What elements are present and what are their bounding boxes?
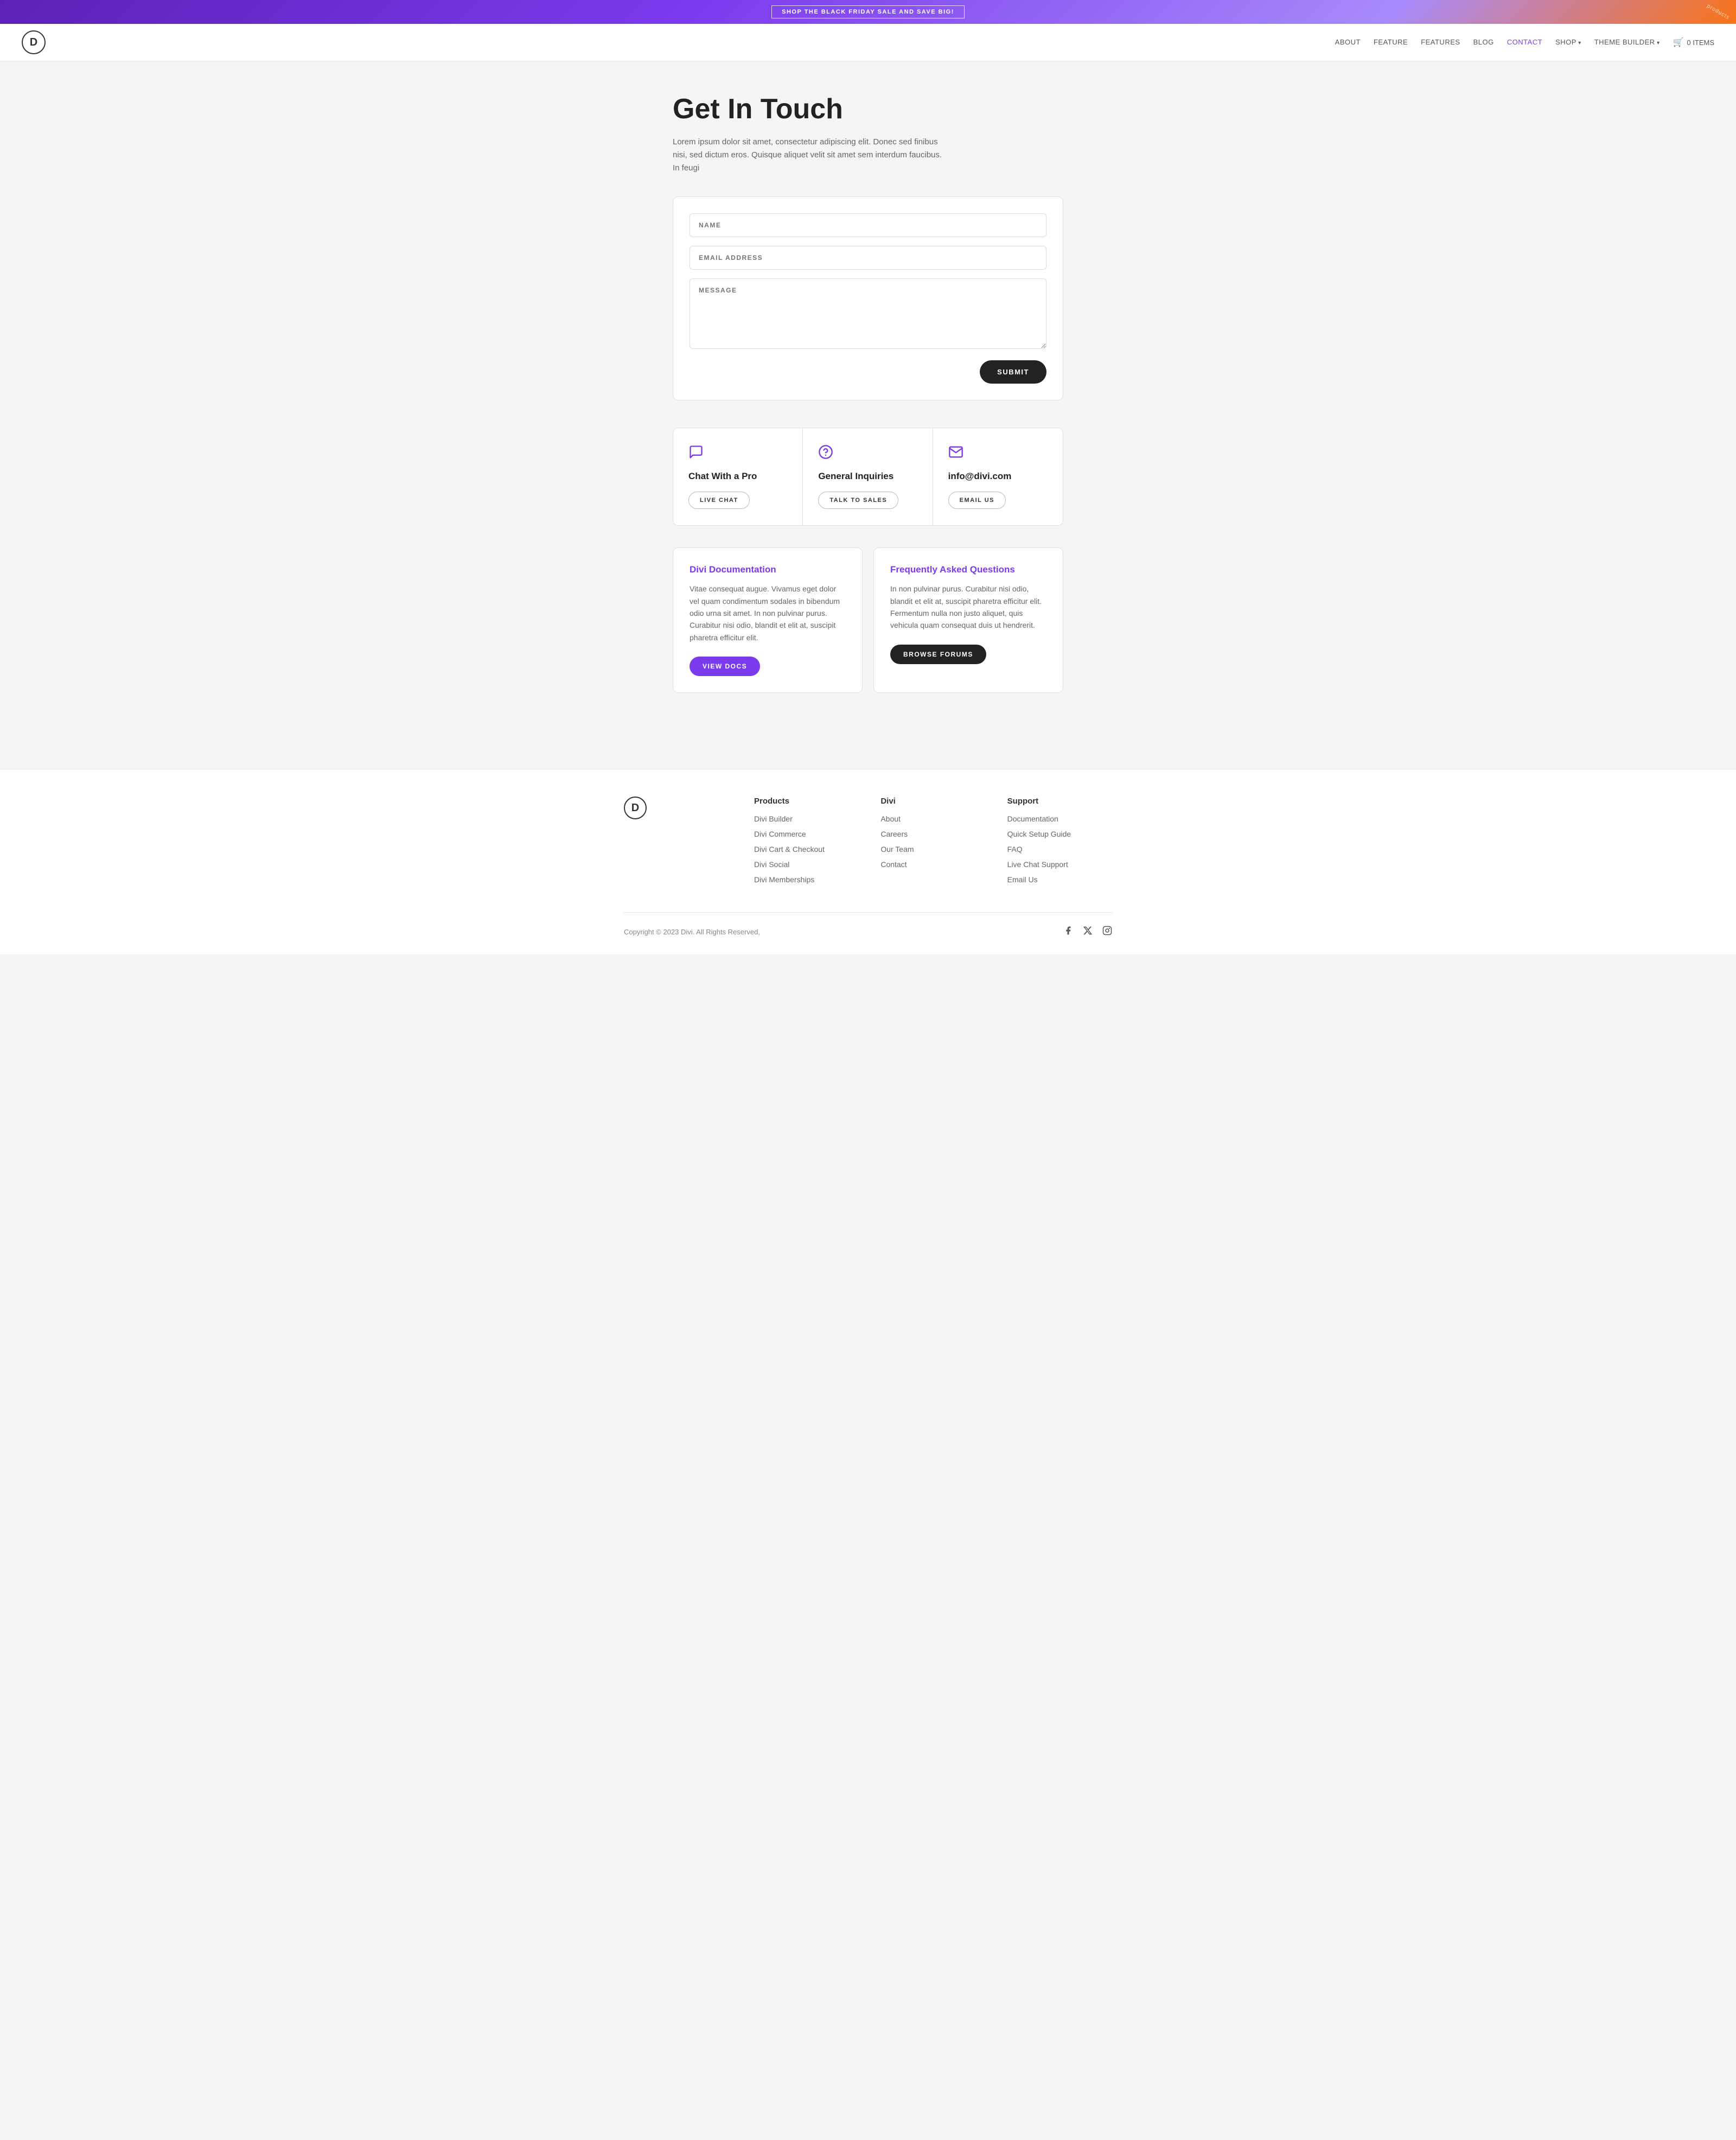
footer-divi-title: Divi — [880, 797, 985, 806]
name-input[interactable] — [690, 213, 1046, 237]
chat-icon — [688, 444, 787, 463]
view-docs-button[interactable]: VIEW DOCS — [690, 657, 760, 676]
footer-link-divi-memberships[interactable]: Divi Memberships — [754, 875, 814, 884]
nav-theme-builder[interactable]: THEME BUILDER — [1594, 38, 1660, 46]
nav-links: ABOUT FEATURE FEATURES BLOG CONTACT SHOP… — [1335, 37, 1714, 48]
info-box-faq: Frequently Asked Questions In non pulvin… — [873, 547, 1063, 693]
footer: D Products Divi Builder Divi Commerce Di… — [0, 769, 1736, 954]
nav-shop[interactable]: SHOP — [1555, 38, 1581, 46]
email-field-wrapper — [690, 246, 1046, 270]
x-twitter-icon[interactable] — [1083, 926, 1093, 938]
submit-row: SUBMIT — [690, 360, 1046, 384]
footer-link-divi-social[interactable]: Divi Social — [754, 860, 789, 869]
footer-bottom: Copyright © 2023 Divi. All Rights Reserv… — [624, 912, 1112, 938]
docs-text: Vitae consequat augue. Vivamus eget dolo… — [690, 583, 846, 644]
footer-products-title: Products — [754, 797, 859, 806]
footer-link-divi-cart[interactable]: Divi Cart & Checkout — [754, 845, 825, 854]
talk-to-sales-button[interactable]: TALK TO SALES — [818, 492, 898, 509]
footer-link-divi-builder[interactable]: Divi Builder — [754, 814, 793, 823]
navbar: D ABOUT FEATURE FEATURES BLOG CONTACT SH… — [0, 24, 1736, 61]
email-input[interactable] — [690, 246, 1046, 270]
footer-link-documentation[interactable]: Documentation — [1007, 814, 1058, 823]
footer-support-title: Support — [1007, 797, 1112, 806]
faq-title: Frequently Asked Questions — [890, 564, 1046, 575]
page-title: Get In Touch — [673, 94, 1063, 125]
footer-link-live-chat-support[interactable]: Live Chat Support — [1007, 860, 1068, 869]
footer-link-our-team[interactable]: Our Team — [880, 845, 914, 854]
instagram-icon[interactable] — [1102, 926, 1112, 938]
footer-col-products: Products Divi Builder Divi Commerce Divi… — [754, 797, 859, 890]
footer-link-email-us[interactable]: Email Us — [1007, 875, 1038, 884]
top-banner: SHOP THE BLACK FRIDAY SALE AND SAVE BIG!… — [0, 0, 1736, 24]
nav-blog[interactable]: BLOG — [1473, 38, 1494, 46]
main-content: Get In Touch Lorem ipsum dolor sit amet,… — [662, 61, 1074, 769]
info-box-docs: Divi Documentation Vitae consequat augue… — [673, 547, 863, 693]
email-us-button[interactable]: EMAIL US — [948, 492, 1006, 509]
contact-card-chat: Chat With a Pro LIVE CHAT — [673, 428, 803, 525]
footer-link-contact[interactable]: Contact — [880, 860, 907, 869]
message-field-wrapper — [690, 278, 1046, 352]
cart-button[interactable]: 🛒 0 ITEMS — [1673, 37, 1715, 48]
social-links — [1063, 926, 1112, 938]
name-field-wrapper — [690, 213, 1046, 237]
footer-link-careers[interactable]: Careers — [880, 830, 908, 838]
cart-icon: 🛒 — [1673, 37, 1684, 48]
email-card-title: info@divi.com — [948, 471, 1048, 482]
footer-link-faq[interactable]: FAQ — [1007, 845, 1023, 854]
contact-card-email: info@divi.com EMAIL US — [933, 428, 1063, 525]
docs-title: Divi Documentation — [690, 564, 846, 575]
site-logo[interactable]: D — [22, 30, 46, 54]
footer-divi-links: About Careers Our Team Contact — [880, 814, 985, 870]
footer-products-links: Divi Builder Divi Commerce Divi Cart & C… — [754, 814, 859, 885]
footer-link-quick-setup[interactable]: Quick Setup Guide — [1007, 830, 1071, 838]
contact-cards: Chat With a Pro LIVE CHAT General Inquir… — [673, 428, 1063, 526]
submit-button[interactable]: SUBMIT — [980, 360, 1046, 384]
inquiries-card-title: General Inquiries — [818, 471, 917, 482]
banner-cta[interactable]: SHOP THE BLACK FRIDAY SALE AND SAVE BIG! — [771, 5, 965, 18]
copyright-text: Copyright © 2023 Divi. All Rights Reserv… — [624, 928, 760, 936]
nav-about[interactable]: ABOUT — [1335, 38, 1361, 46]
question-icon — [818, 444, 917, 463]
facebook-icon[interactable] — [1063, 926, 1073, 938]
footer-top: D Products Divi Builder Divi Commerce Di… — [624, 797, 1112, 890]
nav-feature[interactable]: FEATURE — [1374, 38, 1408, 46]
footer-logo-col: D — [624, 797, 732, 890]
live-chat-button[interactable]: LIVE CHAT — [688, 492, 750, 509]
faq-text: In non pulvinar purus. Curabitur nisi od… — [890, 583, 1046, 632]
contact-card-inquiries: General Inquiries TALK TO SALES — [803, 428, 933, 525]
footer-col-divi: Divi About Careers Our Team Contact — [880, 797, 985, 890]
nav-contact[interactable]: CONTACT — [1507, 38, 1542, 46]
chat-card-title: Chat With a Pro — [688, 471, 787, 482]
footer-link-about[interactable]: About — [880, 814, 901, 823]
contact-form-box: SUBMIT — [673, 196, 1063, 400]
footer-logo[interactable]: D — [624, 797, 647, 819]
browse-forums-button[interactable]: BROWSE FORUMS — [890, 645, 986, 664]
footer-link-divi-commerce[interactable]: Divi Commerce — [754, 830, 806, 838]
cart-items-label: 0 ITEMS — [1687, 39, 1714, 47]
message-input[interactable] — [690, 278, 1046, 349]
banner-products-label: products — [1706, 3, 1731, 21]
footer-support-links: Documentation Quick Setup Guide FAQ Live… — [1007, 814, 1112, 885]
email-icon — [948, 444, 1048, 463]
info-boxes: Divi Documentation Vitae consequat augue… — [673, 547, 1063, 693]
footer-col-support: Support Documentation Quick Setup Guide … — [1007, 797, 1112, 890]
page-subtitle: Lorem ipsum dolor sit amet, consectetur … — [673, 136, 944, 175]
nav-features[interactable]: FEATURES — [1421, 38, 1460, 46]
